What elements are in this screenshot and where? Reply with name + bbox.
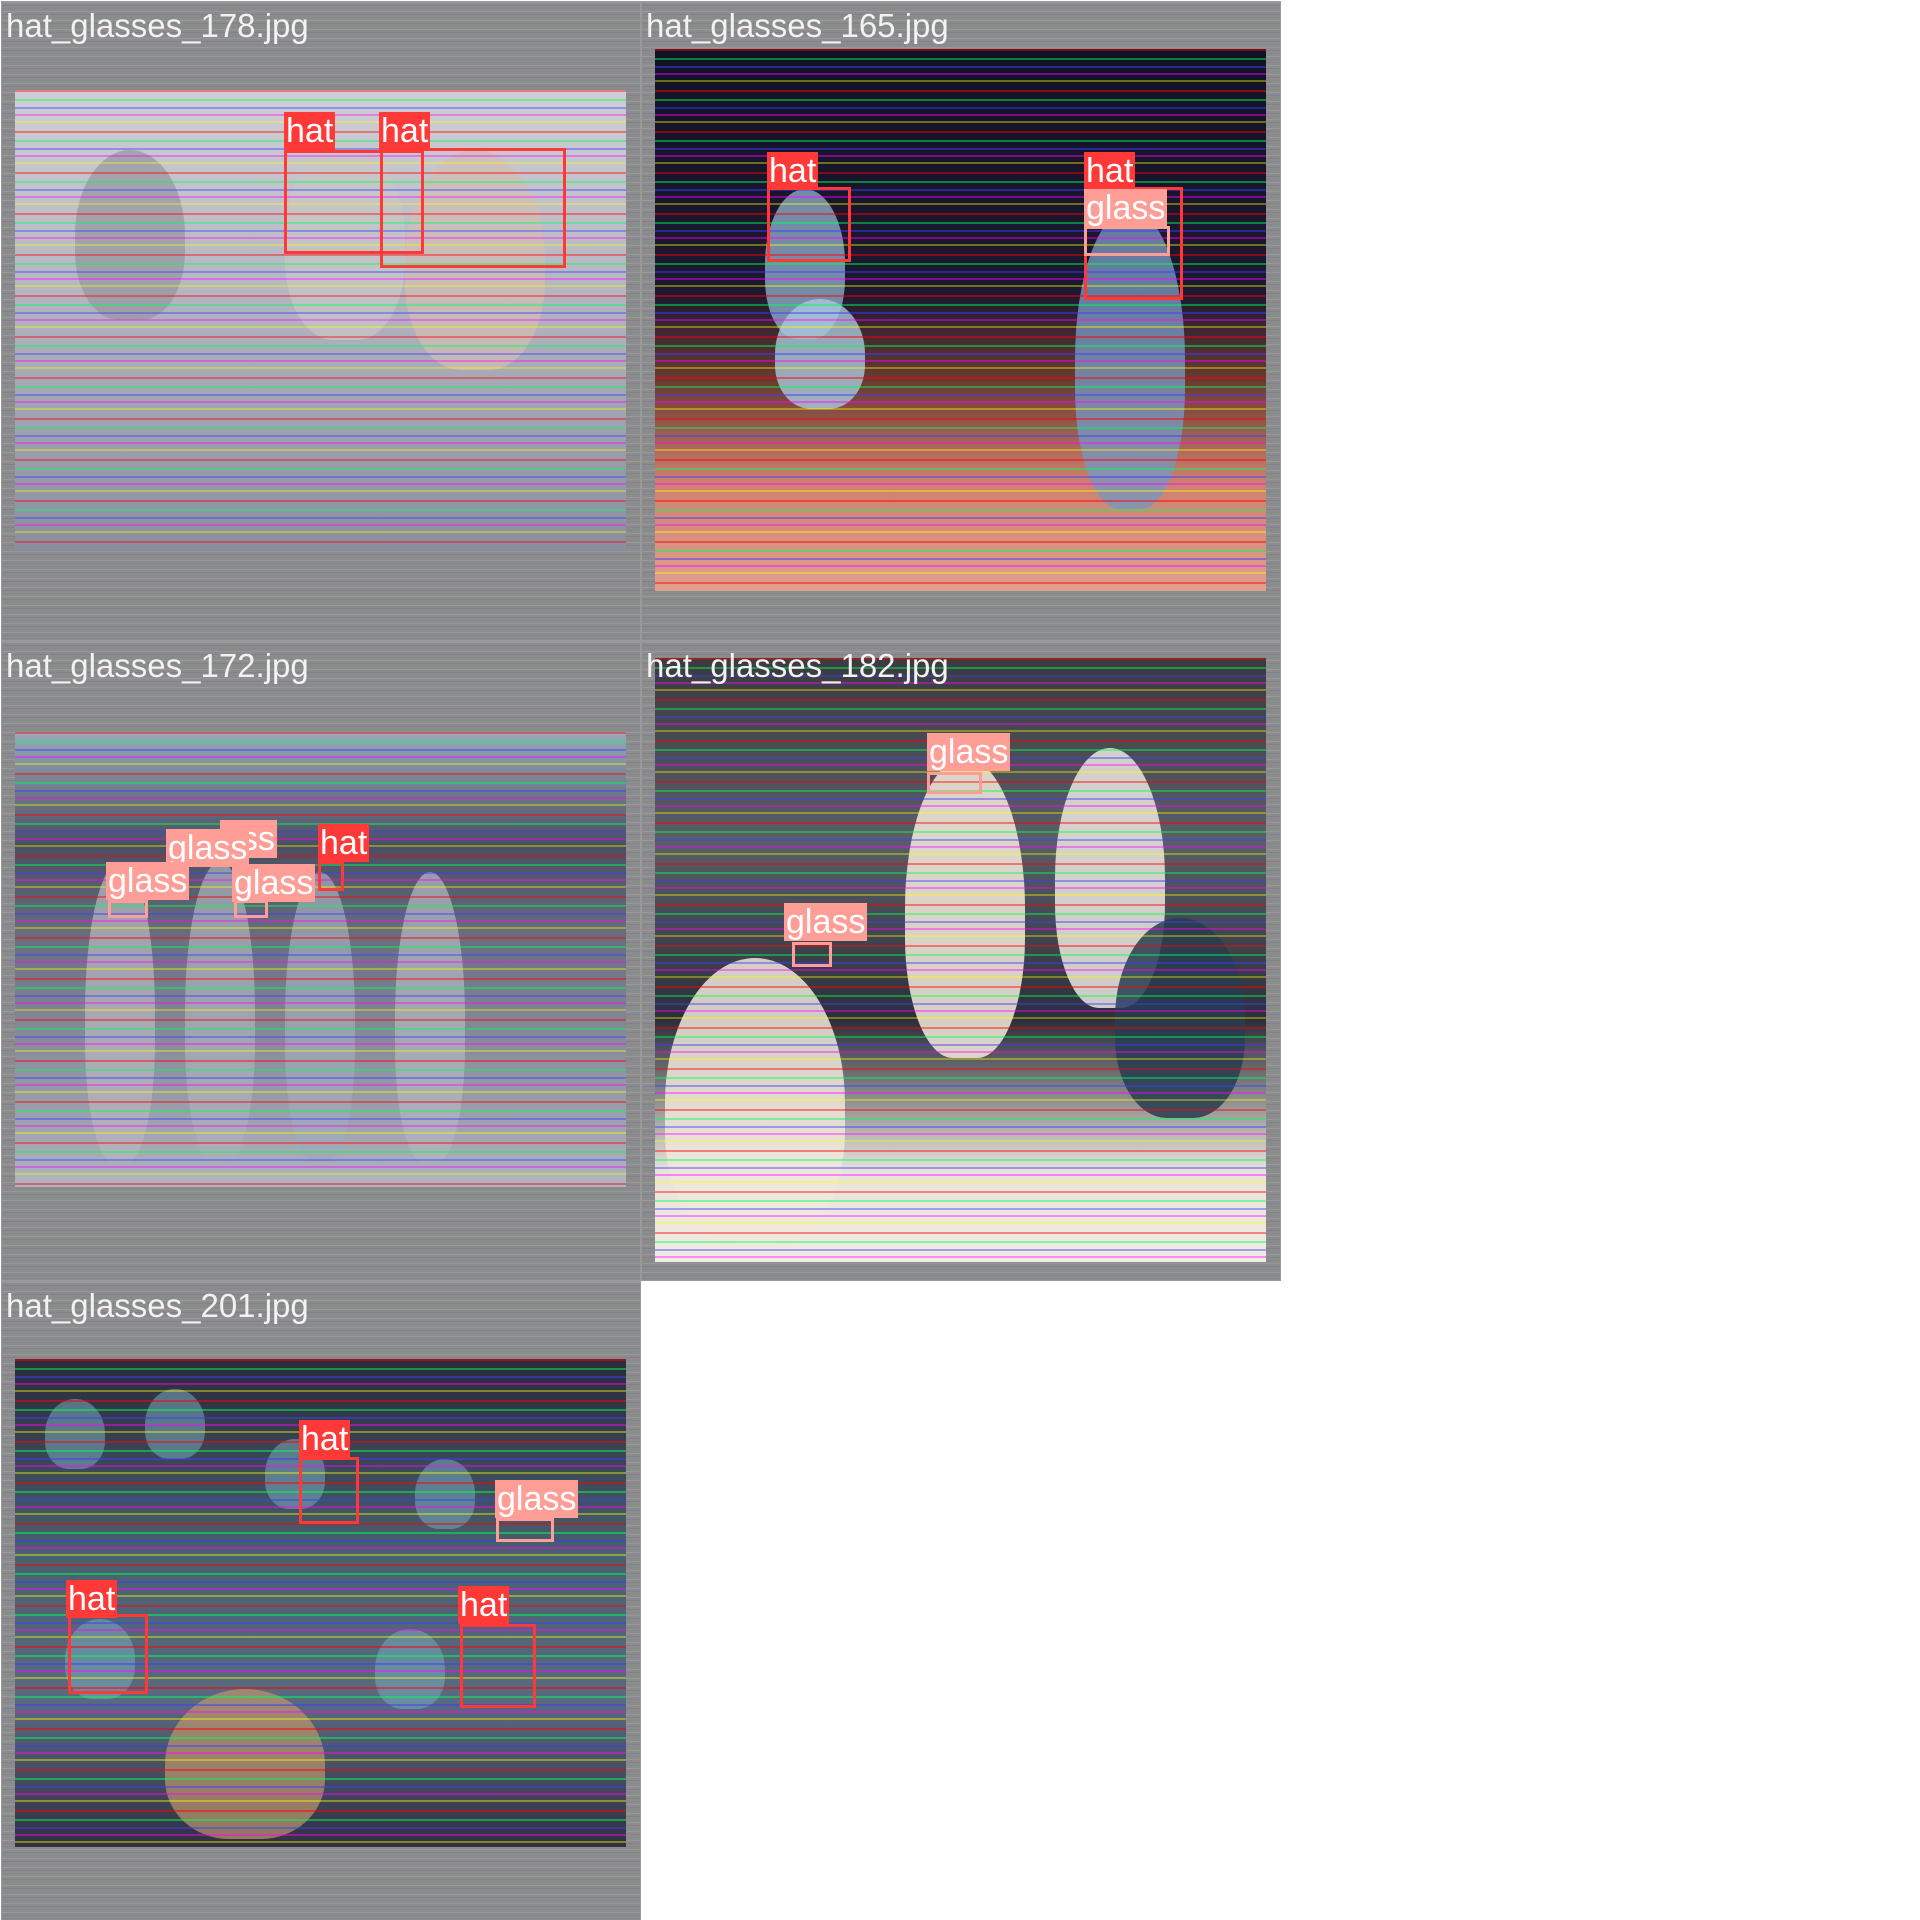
- tile-title: hat_glasses_165.jpg: [646, 7, 949, 44]
- detection-label-hat: hat: [767, 152, 819, 190]
- tile-title: hat_glasses_182.jpg: [646, 647, 949, 684]
- detection-box-hat: [767, 187, 851, 262]
- detection-box-glass: [927, 772, 982, 794]
- detection-label-glass: glass: [495, 1480, 579, 1518]
- mosaic-tile-172: hat_glasses_172.jpg ass glass hat glass …: [1, 641, 641, 1281]
- detection-box-glass: [1084, 226, 1170, 256]
- detection-label-glass: glass: [106, 862, 190, 900]
- detection-label-hat: hat: [299, 1420, 351, 1458]
- tile-title: hat_glasses_172.jpg: [6, 647, 309, 684]
- detection-label-hat: hat: [284, 112, 336, 150]
- mosaic-tile-165: hat_glasses_165.jpg hat hat glass: [641, 1, 1281, 641]
- detection-box-hat: [299, 1457, 359, 1524]
- detection-label-glass: glass: [784, 903, 868, 941]
- mosaic-tile-201: hat_glasses_201.jpg hat glass hat hat: [1, 1281, 641, 1920]
- detection-label-hat: hat: [66, 1580, 118, 1618]
- mosaic-tile-182: hat_glasses_182.jpg glass glass: [641, 641, 1281, 1281]
- tile-title: hat_glasses_178.jpg: [6, 7, 309, 44]
- detection-label-glass: glass: [232, 864, 316, 902]
- photo: [15, 732, 626, 1187]
- detection-box-glass: [108, 900, 148, 918]
- photo: [655, 49, 1266, 591]
- detection-label-glass: glass: [1084, 189, 1168, 227]
- detection-label-hat: hat: [1084, 152, 1136, 190]
- tile-title: hat_glasses_201.jpg: [6, 1287, 309, 1324]
- detection-label-glass: glass: [927, 733, 1011, 771]
- detection-box-hat: [460, 1624, 536, 1708]
- detection-label-hat: hat: [379, 112, 431, 150]
- detection-box-hat: [318, 861, 344, 891]
- detection-label-hat: hat: [458, 1586, 510, 1624]
- photo-glitch-lines: [15, 732, 626, 1187]
- detection-box-glass: [234, 900, 268, 918]
- detection-box-hat: [380, 148, 566, 268]
- detection-box-glass: [496, 1518, 554, 1542]
- photo-glitch-lines: [655, 49, 1266, 591]
- detection-label-hat: hat: [318, 824, 370, 862]
- mosaic-tile-178: hat_glasses_178.jpg hat hat: [1, 1, 641, 641]
- detection-box-hat: [68, 1614, 148, 1694]
- detection-box-glass: [792, 942, 832, 967]
